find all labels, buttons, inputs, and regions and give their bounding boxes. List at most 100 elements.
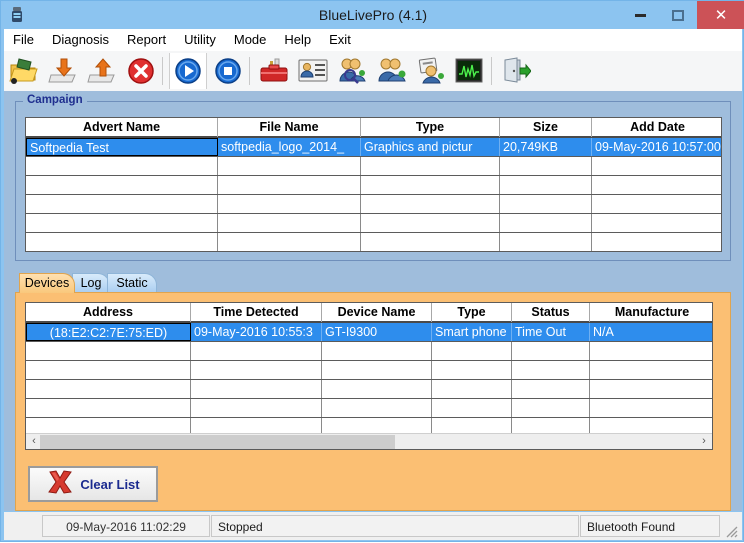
delete-icon[interactable]	[123, 53, 159, 89]
campaign-empty-cell	[218, 195, 361, 213]
campaign-cell-add-date[interactable]: 09-May-2016 10:57:00	[592, 138, 721, 156]
devices-empty-cell	[590, 399, 712, 417]
campaign-empty-cell	[361, 195, 500, 213]
devices-cell-manufacture[interactable]: N/A	[590, 323, 712, 341]
table-row[interactable]	[26, 233, 721, 251]
toolbar-separator	[162, 57, 163, 85]
clear-list-button[interactable]: Clear List	[28, 466, 158, 502]
campaign-empty-cell	[218, 214, 361, 232]
devices-col-address[interactable]: Address	[26, 303, 191, 322]
export-icon[interactable]	[84, 53, 120, 89]
campaign-col-add-date[interactable]: Add Date	[592, 118, 721, 137]
menu-item-report[interactable]: Report	[118, 29, 175, 51]
devices-col-time-detected[interactable]: Time Detected	[191, 303, 322, 322]
contact-card-icon[interactable]	[295, 53, 331, 89]
table-row[interactable]: (18:E2:C2:7E:75:ED) 09-May-2016 10:55:3 …	[26, 323, 712, 342]
status-bar: 09-May-2016 11:02:29 Stopped Bluetooth F…	[4, 512, 742, 540]
scroll-right-arrow[interactable]: ›	[697, 434, 711, 449]
table-row[interactable]: Softpedia Test softpedia_logo_2014_ Grap…	[26, 138, 721, 157]
devices-empty-cell	[322, 380, 432, 398]
devices-col-device-name[interactable]: Device Name	[322, 303, 432, 322]
devices-col-manufacture[interactable]: Manufacture	[590, 303, 712, 322]
exit-door-icon[interactable]	[498, 53, 534, 89]
campaign-table[interactable]: Advert Name File Name Type Size Add Date…	[25, 117, 722, 252]
user-report-icon[interactable]	[412, 53, 448, 89]
devices-empty-cell	[322, 399, 432, 417]
devices-col-status[interactable]: Status	[512, 303, 590, 322]
menu-item-help[interactable]: Help	[275, 29, 320, 51]
campaign-col-file-name[interactable]: File Name	[218, 118, 361, 137]
import-icon[interactable]	[45, 53, 81, 89]
table-row[interactable]	[26, 157, 721, 176]
toolbar-separator-2	[249, 57, 250, 85]
devices-empty-cell	[191, 399, 322, 417]
campaign-empty-cell	[361, 176, 500, 194]
table-row[interactable]	[26, 176, 721, 195]
tab-static[interactable]: Static	[107, 273, 157, 293]
scroll-left-arrow[interactable]: ‹	[27, 434, 41, 449]
devices-cell-address[interactable]: (18:E2:C2:7E:75:ED)	[26, 323, 191, 341]
campaign-group-label: Campaign	[23, 94, 87, 106]
menu-item-utility[interactable]: Utility	[175, 29, 225, 51]
table-row[interactable]	[26, 361, 712, 380]
devices-cell-time-detected[interactable]: 09-May-2016 10:55:3	[191, 323, 322, 341]
devices-empty-cell	[26, 361, 191, 379]
devices-cell-type[interactable]: Smart phone	[432, 323, 512, 341]
campaign-cell-type[interactable]: Graphics and pictur	[361, 138, 500, 156]
tab-devices[interactable]: Devices	[19, 273, 75, 293]
status-state: Stopped	[211, 515, 579, 537]
toolbox-icon[interactable]	[256, 53, 292, 89]
table-row[interactable]	[26, 399, 712, 418]
toolbar	[4, 51, 742, 92]
title-bar: BlueLivePro (4.1) ✕	[1, 1, 744, 29]
devices-table[interactable]: Address Time Detected Device Name Type S…	[25, 302, 713, 450]
find-users-icon[interactable]	[334, 53, 370, 89]
devices-empty-cell	[191, 361, 322, 379]
campaign-cell-advert-name[interactable]: Softpedia Test	[26, 138, 218, 156]
scrollbar-thumb[interactable]	[40, 435, 395, 449]
resize-grip-icon[interactable]	[726, 525, 738, 538]
devices-cell-status[interactable]: Time Out	[512, 323, 590, 341]
application-window: BlueLivePro (4.1) ✕ File Diagnosis Repor…	[0, 0, 744, 542]
devices-table-header: Address Time Detected Device Name Type S…	[26, 303, 712, 323]
campaign-cell-size[interactable]: 20,749KB	[500, 138, 592, 156]
devices-empty-cell	[512, 399, 590, 417]
devices-cell-device-name[interactable]: GT-I9300	[322, 323, 432, 341]
table-row[interactable]	[26, 195, 721, 214]
table-row[interactable]	[26, 342, 712, 361]
devices-empty-cell	[191, 342, 322, 360]
table-row[interactable]	[26, 214, 721, 233]
campaign-empty-cell	[26, 195, 218, 213]
status-bluetooth: Bluetooth Found	[580, 515, 720, 537]
open-folder-icon[interactable]	[6, 53, 42, 89]
devices-empty-cell	[191, 380, 322, 398]
horizontal-scrollbar[interactable]: ‹ ›	[26, 433, 712, 449]
red-x-icon	[46, 469, 74, 500]
campaign-empty-cell	[26, 214, 218, 232]
signal-monitor-icon[interactable]	[451, 53, 487, 89]
stop-icon[interactable]	[210, 53, 246, 89]
clear-list-label: Clear List	[80, 476, 140, 492]
users-icon[interactable]	[373, 53, 409, 89]
maximize-button[interactable]	[659, 1, 697, 29]
campaign-empty-cell	[592, 176, 721, 194]
table-row[interactable]	[26, 380, 712, 399]
menu-item-file[interactable]: File	[4, 29, 43, 51]
campaign-cell-file-name[interactable]: softpedia_logo_2014_	[218, 138, 361, 156]
menu-item-mode[interactable]: Mode	[225, 29, 276, 51]
devices-empty-cell	[590, 380, 712, 398]
menu-item-exit[interactable]: Exit	[320, 29, 360, 51]
devices-empty-cell	[432, 380, 512, 398]
close-button[interactable]: ✕	[697, 1, 744, 29]
menu-item-diagnosis[interactable]: Diagnosis	[43, 29, 118, 51]
campaign-empty-cell	[218, 176, 361, 194]
devices-col-type[interactable]: Type	[432, 303, 512, 322]
campaign-col-type[interactable]: Type	[361, 118, 500, 137]
campaign-empty-cell	[26, 176, 218, 194]
tab-log[interactable]: Log	[72, 273, 110, 293]
campaign-col-size[interactable]: Size	[500, 118, 592, 137]
campaign-col-advert-name[interactable]: Advert Name	[26, 118, 218, 137]
campaign-empty-cell	[592, 233, 721, 251]
start-icon[interactable]	[169, 53, 207, 89]
minimize-button[interactable]	[621, 1, 659, 29]
